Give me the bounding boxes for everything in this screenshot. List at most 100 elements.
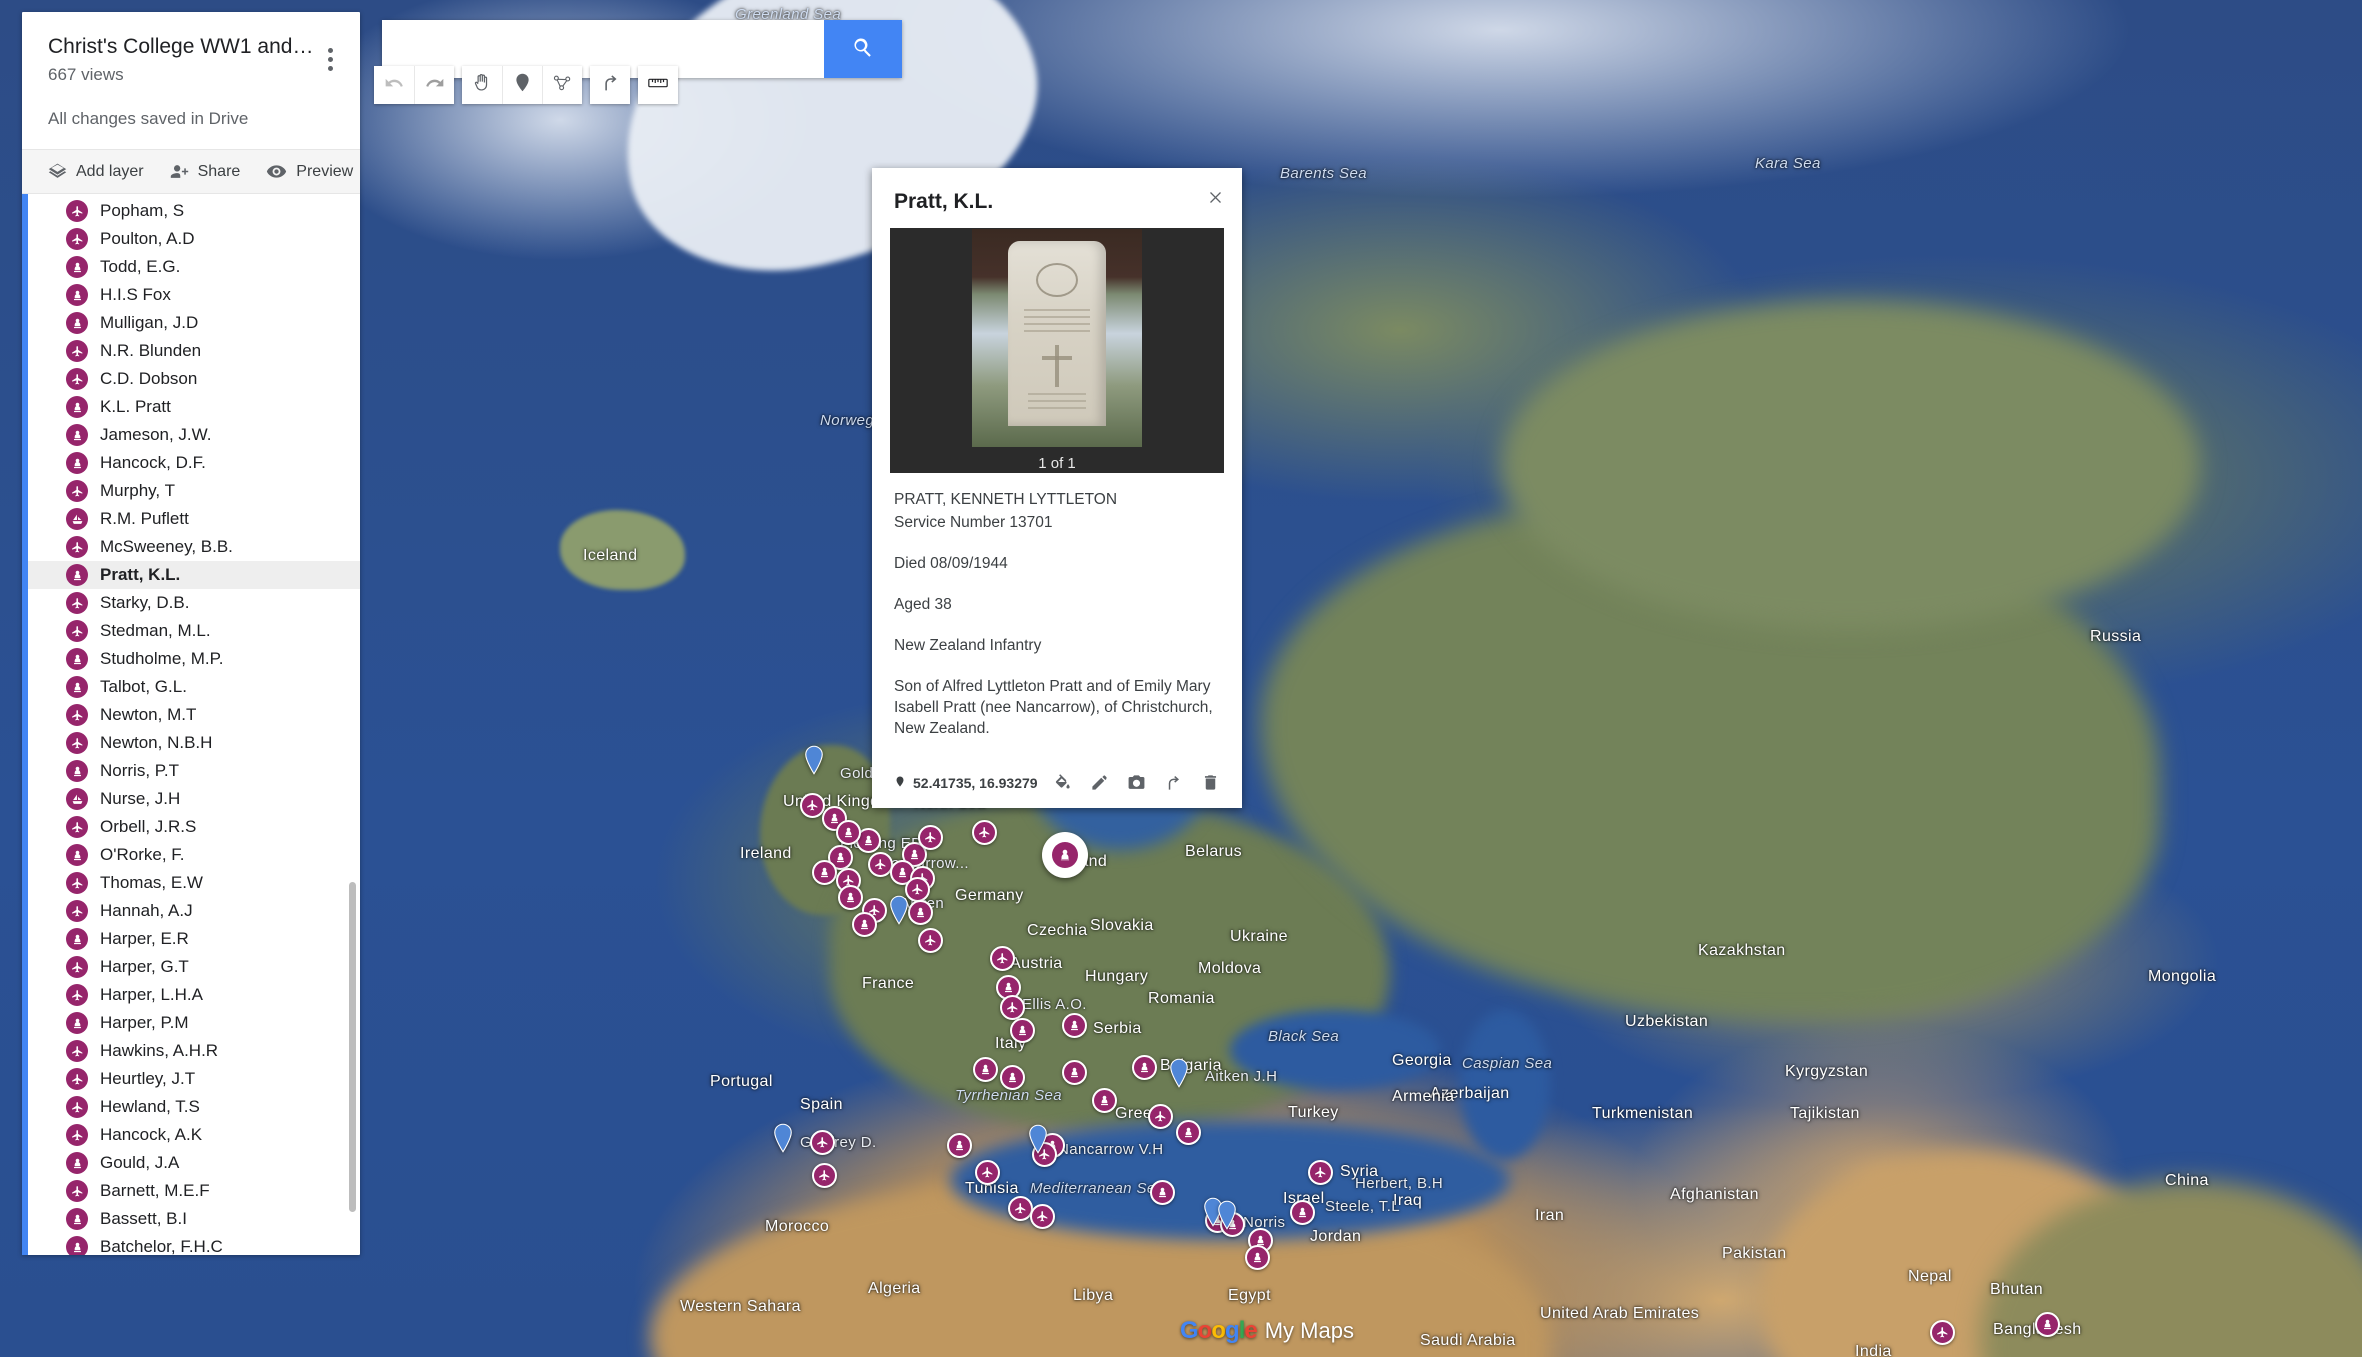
map-marker[interactable] xyxy=(1176,1120,1201,1145)
feature-row[interactable]: Newton, M.T xyxy=(22,701,360,729)
map-marker[interactable] xyxy=(810,1130,835,1155)
map-marker[interactable] xyxy=(1062,1060,1087,1085)
search-button[interactable] xyxy=(824,20,902,78)
feature-row[interactable]: Orbell, J.R.S xyxy=(22,813,360,841)
feature-row[interactable]: Newton, N.B.H xyxy=(22,729,360,757)
map-marker[interactable] xyxy=(972,820,997,845)
directions-button[interactable] xyxy=(590,66,630,104)
feature-row[interactable]: Studholme, M.P. xyxy=(22,645,360,673)
map-marker[interactable] xyxy=(975,1160,1000,1185)
feature-row[interactable]: Murphy, T xyxy=(22,477,360,505)
map-marker[interactable] xyxy=(1132,1055,1157,1080)
map-marker[interactable] xyxy=(812,860,837,885)
feature-row[interactable]: Mulligan, J.D xyxy=(22,309,360,337)
pan-tool-button[interactable] xyxy=(462,66,502,104)
map-toolbar[interactable] xyxy=(374,66,686,104)
map-marker[interactable] xyxy=(1092,1088,1117,1113)
map-pin-icon[interactable] xyxy=(1168,1058,1190,1088)
map-marker[interactable] xyxy=(838,885,863,910)
map-pin-icon[interactable] xyxy=(1027,1124,1049,1154)
directions-icon[interactable] xyxy=(1164,773,1183,792)
preview-button[interactable]: Preview xyxy=(266,161,353,182)
map-marker[interactable] xyxy=(1148,1104,1173,1129)
feature-row[interactable]: R.M. Puflett xyxy=(22,505,360,533)
map-pin-icon[interactable] xyxy=(772,1123,794,1153)
map-marker[interactable] xyxy=(852,912,877,937)
feature-row[interactable]: Harper, G.T xyxy=(22,953,360,981)
more-vert-icon[interactable] xyxy=(318,42,342,76)
map-marker[interactable] xyxy=(1290,1200,1315,1225)
feature-row[interactable]: O'Rorke, F. xyxy=(22,841,360,869)
undo-button[interactable] xyxy=(374,66,414,104)
feature-row[interactable]: Pratt, K.L. xyxy=(22,561,360,589)
map-pin-icon[interactable] xyxy=(1216,1200,1238,1230)
add-marker-button[interactable] xyxy=(502,66,542,104)
feature-row[interactable]: Hannah, A.J xyxy=(22,897,360,925)
feature-row[interactable]: Starky, D.B. xyxy=(22,589,360,617)
feature-row[interactable]: Hancock, A.K xyxy=(22,1121,360,1149)
paint-bucket-icon[interactable] xyxy=(1053,773,1072,792)
map-title[interactable]: Christ's College WW1 and WW2 S… xyxy=(48,34,318,60)
feature-row[interactable]: Todd, E.G. xyxy=(22,253,360,281)
draw-tools-group[interactable] xyxy=(462,66,582,104)
feature-row[interactable]: C.D. Dobson xyxy=(22,365,360,393)
map-marker[interactable] xyxy=(1245,1245,1270,1270)
map-marker[interactable] xyxy=(1308,1160,1333,1185)
feature-row[interactable]: Batchelor, F.H.C xyxy=(22,1233,360,1255)
feature-row[interactable]: H.I.S Fox xyxy=(22,281,360,309)
map-marker[interactable] xyxy=(908,900,933,925)
map-marker[interactable] xyxy=(973,1057,998,1082)
map-pin-icon[interactable] xyxy=(803,745,825,775)
map-pin-icon[interactable] xyxy=(888,895,910,925)
feature-row[interactable]: Thomas, E.W xyxy=(22,869,360,897)
undo-redo-group[interactable] xyxy=(374,66,454,104)
feature-row[interactable]: Barnett, M.E.F xyxy=(22,1177,360,1205)
add-layer-button[interactable]: Add layer xyxy=(48,162,144,181)
directions-group[interactable] xyxy=(590,66,630,104)
map-marker[interactable] xyxy=(947,1133,972,1158)
feature-row[interactable]: Hancock, D.F. xyxy=(22,449,360,477)
feature-row[interactable]: Harper, L.H.A xyxy=(22,981,360,1009)
feature-row[interactable]: Bassett, B.I xyxy=(22,1205,360,1233)
close-icon[interactable] xyxy=(1202,184,1228,210)
feature-row[interactable]: Poulton, A.D xyxy=(22,225,360,253)
feature-row[interactable]: Hawkins, A.H.R xyxy=(22,1037,360,1065)
feature-row[interactable]: Norris, P.T xyxy=(22,757,360,785)
map-marker[interactable] xyxy=(1000,995,1025,1020)
card-action-icons[interactable] xyxy=(1053,773,1220,792)
feature-row[interactable]: Harper, E.R xyxy=(22,925,360,953)
map-marker[interactable] xyxy=(918,825,943,850)
selected-map-marker[interactable] xyxy=(1042,832,1088,878)
map-marker[interactable] xyxy=(1150,1180,1175,1205)
camera-icon[interactable] xyxy=(1127,773,1146,792)
trash-icon[interactable] xyxy=(1201,773,1220,792)
map-marker[interactable] xyxy=(2035,1312,2060,1337)
feature-row[interactable]: Talbot, G.L. xyxy=(22,673,360,701)
map-marker[interactable] xyxy=(1000,1065,1025,1090)
map-marker[interactable] xyxy=(1030,1204,1055,1229)
card-photo[interactable]: 1 of 1 xyxy=(890,228,1224,473)
share-button[interactable]: Share xyxy=(170,162,240,181)
feature-row[interactable]: Heurtley, J.T xyxy=(22,1065,360,1093)
map-marker[interactable] xyxy=(990,946,1015,971)
map-marker[interactable] xyxy=(1930,1320,1955,1345)
feature-row[interactable]: Nurse, J.H xyxy=(22,785,360,813)
redo-button[interactable] xyxy=(414,66,454,104)
feature-row[interactable]: Stedman, M.L. xyxy=(22,617,360,645)
feature-row[interactable]: K.L. Pratt xyxy=(22,393,360,421)
layer-feature-list[interactable]: Popham, S Poulton, A.D Todd, E.G. H.I.S Fox… xyxy=(22,194,360,1255)
sidebar-scrollbar[interactable] xyxy=(349,882,356,1212)
draw-line-button[interactable] xyxy=(542,66,582,104)
map-marker[interactable] xyxy=(918,928,943,953)
pencil-icon[interactable] xyxy=(1090,773,1109,792)
map-marker[interactable] xyxy=(1062,1013,1087,1038)
feature-row[interactable]: McSweeney, B.B. xyxy=(22,533,360,561)
feature-row[interactable]: N.R. Blunden xyxy=(22,337,360,365)
map-marker[interactable] xyxy=(800,793,825,818)
feature-row[interactable]: Hewland, T.S xyxy=(22,1093,360,1121)
map-marker[interactable] xyxy=(836,820,861,845)
map-marker[interactable] xyxy=(812,1163,837,1188)
feature-row[interactable]: Jameson, J.W. xyxy=(22,421,360,449)
feature-row[interactable]: Gould, J.A xyxy=(22,1149,360,1177)
feature-rows[interactable]: Popham, S Poulton, A.D Todd, E.G. H.I.S Fox… xyxy=(22,197,360,1255)
